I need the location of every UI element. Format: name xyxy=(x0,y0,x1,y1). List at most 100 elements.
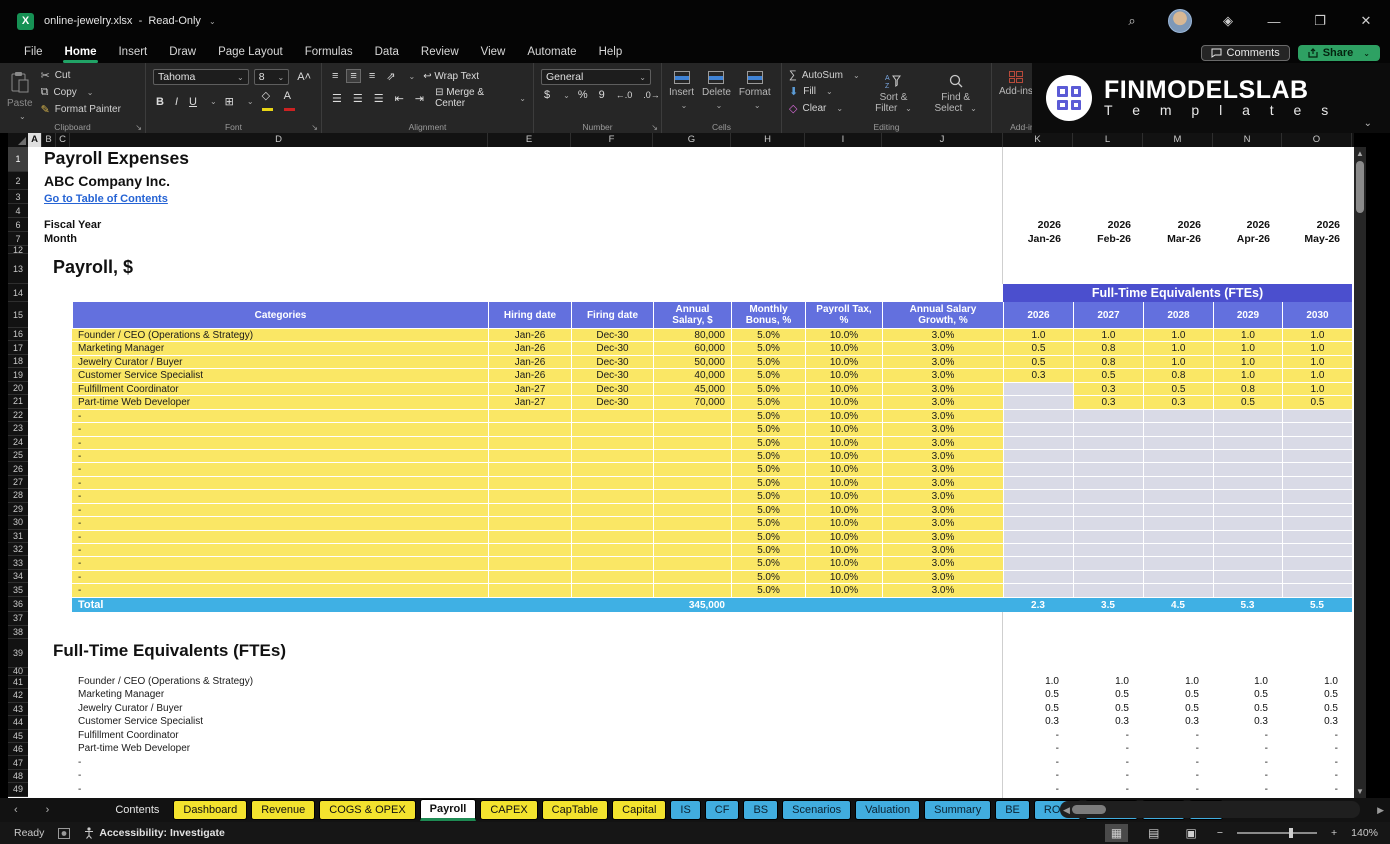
cell-category[interactable]: Fulfillment Coordinator xyxy=(72,381,488,396)
cell-annual-salary[interactable]: 45,000 xyxy=(653,381,731,396)
cell-fte[interactable] xyxy=(1213,529,1282,543)
menu-tab-insert[interactable]: Insert xyxy=(108,44,157,62)
cell-annual-salary[interactable] xyxy=(653,422,731,436)
year-header-2029[interactable]: 2029 xyxy=(1213,302,1282,328)
cell-fte[interactable]: 0.5 xyxy=(1143,381,1213,396)
cell-firing-date[interactable] xyxy=(571,543,653,557)
cell-salary-growth[interactable]: 3.0% xyxy=(882,543,1003,557)
cell-fte[interactable]: 1.0 xyxy=(1213,368,1282,382)
cell-annual-salary[interactable] xyxy=(653,435,731,449)
horizontal-scrollbar[interactable]: ◀ ▶ xyxy=(1060,801,1384,818)
cell-fte[interactable] xyxy=(1003,408,1073,423)
cell-annual-salary[interactable] xyxy=(653,462,731,476)
cell-fte[interactable] xyxy=(1073,422,1143,436)
cell-monthly-bonus[interactable]: 5.0% xyxy=(731,516,805,530)
cell-salary-growth[interactable]: 3.0% xyxy=(882,502,1003,517)
cell-category[interactable]: - xyxy=(72,556,488,570)
cell-fte[interactable] xyxy=(1073,489,1143,503)
cell-fte[interactable] xyxy=(1073,569,1143,584)
column-header-F[interactable]: F xyxy=(571,133,653,147)
fte-value-cell[interactable]: - xyxy=(1213,743,1282,754)
column-header-J[interactable]: J xyxy=(882,133,1003,147)
addins-button[interactable]: Add-ins xyxy=(999,69,1033,97)
fte-value-cell[interactable]: 0.5 xyxy=(1213,703,1282,714)
cell-salary-growth[interactable]: 3.0% xyxy=(882,354,1003,369)
insert-cells-button[interactable]: Insert ⌄ xyxy=(669,69,694,110)
row-header-19[interactable]: 19 xyxy=(8,368,28,382)
cell-fte[interactable]: 1.0 xyxy=(1282,368,1352,382)
cell-hiring-date[interactable] xyxy=(488,529,571,543)
row-header-33[interactable]: 33 xyxy=(8,556,28,570)
row-header-28[interactable]: 28 xyxy=(8,489,28,503)
cell-fte[interactable] xyxy=(1003,489,1073,503)
vertical-scrollbar[interactable]: ▲ ▼ xyxy=(1354,147,1366,798)
sheet-tab-valuation[interactable]: Valuation xyxy=(855,800,921,820)
fiscal-year-cell[interactable]: 2026 xyxy=(1003,219,1073,231)
column-header-O[interactable]: O xyxy=(1282,133,1352,147)
row-header-30[interactable]: 30 xyxy=(8,516,28,530)
cell-annual-salary[interactable] xyxy=(653,475,731,490)
scroll-up-icon[interactable]: ▲ xyxy=(1356,149,1364,158)
cell-annual-salary[interactable] xyxy=(653,489,731,503)
cell-fte[interactable] xyxy=(1003,395,1073,409)
cell-monthly-bonus[interactable]: 5.0% xyxy=(731,569,805,584)
cell-hiring-date[interactable] xyxy=(488,408,571,423)
cell-annual-salary[interactable] xyxy=(653,408,731,423)
cell-category[interactable]: Part-time Web Developer xyxy=(72,395,488,409)
zoom-slider-thumb[interactable] xyxy=(1289,828,1293,838)
cell-annual-salary[interactable] xyxy=(653,502,731,517)
fte-value-cell[interactable]: - xyxy=(1003,770,1073,781)
column-header-B[interactable]: B xyxy=(42,133,56,147)
cell-fte[interactable] xyxy=(1003,569,1073,584)
cell-fte[interactable] xyxy=(1213,583,1282,597)
cell-fte[interactable]: 0.8 xyxy=(1073,354,1143,369)
fiscal-year-cell[interactable]: 2026 xyxy=(1213,219,1282,231)
cell-annual-salary[interactable] xyxy=(653,569,731,584)
number-dialog-launcher[interactable]: ↘ xyxy=(651,123,658,132)
cell-annual-salary[interactable]: 50,000 xyxy=(653,354,731,369)
fte-value-cell[interactable]: - xyxy=(1143,757,1213,768)
column-header-firing[interactable]: Firing date xyxy=(571,302,653,328)
cell-monthly-bonus[interactable]: 5.0% xyxy=(731,529,805,543)
row-header-37[interactable]: 37 xyxy=(8,611,28,626)
fte-value-cell[interactable]: - xyxy=(1073,730,1143,741)
cut-button[interactable]: ✂ Cut xyxy=(41,69,121,82)
row-header-46[interactable]: 46 xyxy=(8,742,28,757)
cell-annual-salary[interactable]: 70,000 xyxy=(653,395,731,409)
fte-value-cell[interactable]: 0.5 xyxy=(1282,703,1352,714)
cell-fte[interactable] xyxy=(1282,448,1352,463)
cell-fte[interactable] xyxy=(1003,462,1073,476)
cell-monthly-bonus[interactable]: 5.0% xyxy=(731,475,805,490)
clipboard-dialog-launcher[interactable]: ↘ xyxy=(135,123,142,132)
cell-fte[interactable] xyxy=(1213,502,1282,517)
cell-category[interactable]: - xyxy=(72,583,488,597)
cell-payroll-tax[interactable]: 10.0% xyxy=(805,341,882,355)
cell-fte[interactable] xyxy=(1213,569,1282,584)
cell-category[interactable]: - xyxy=(72,569,488,584)
cell-fte[interactable] xyxy=(1143,556,1213,570)
sheet-tab-bs[interactable]: BS xyxy=(743,800,779,820)
wrap-text-button[interactable]: ↩ Wrap Text xyxy=(420,71,482,82)
cell-fte[interactable] xyxy=(1143,475,1213,490)
cell-fte[interactable] xyxy=(1073,448,1143,463)
cell-fte[interactable]: 0.5 xyxy=(1073,368,1143,382)
increase-indent-button[interactable]: ⇥ xyxy=(412,92,427,105)
cell-salary-growth[interactable]: 3.0% xyxy=(882,422,1003,436)
row-header-12[interactable]: 12 xyxy=(8,245,28,255)
cell-firing-date[interactable] xyxy=(571,462,653,476)
align-top-button[interactable]: ≡ xyxy=(329,70,341,82)
scroll-right-icon[interactable]: ▶ xyxy=(1377,805,1384,816)
merge-center-button[interactable]: ⊟ Merge & Center xyxy=(432,87,509,109)
sheet-tab-is[interactable]: IS xyxy=(670,800,701,820)
fte-value-cell[interactable]: 1.0 xyxy=(1073,676,1143,687)
zoom-level[interactable]: 140% xyxy=(1351,827,1378,839)
cell-payroll-tax[interactable]: 10.0% xyxy=(805,381,882,396)
fte-value-cell[interactable]: 1.0 xyxy=(1213,676,1282,687)
cell-category[interactable]: - xyxy=(72,422,488,436)
fte-value-cell[interactable]: - xyxy=(1073,770,1143,781)
fte-value-cell[interactable]: - xyxy=(1213,784,1282,795)
cell-category[interactable]: Marketing Manager xyxy=(72,341,488,355)
fte-row-name[interactable]: - xyxy=(78,757,498,768)
cell-payroll-tax[interactable]: 10.0% xyxy=(805,462,882,476)
cell-annual-salary[interactable] xyxy=(653,556,731,570)
